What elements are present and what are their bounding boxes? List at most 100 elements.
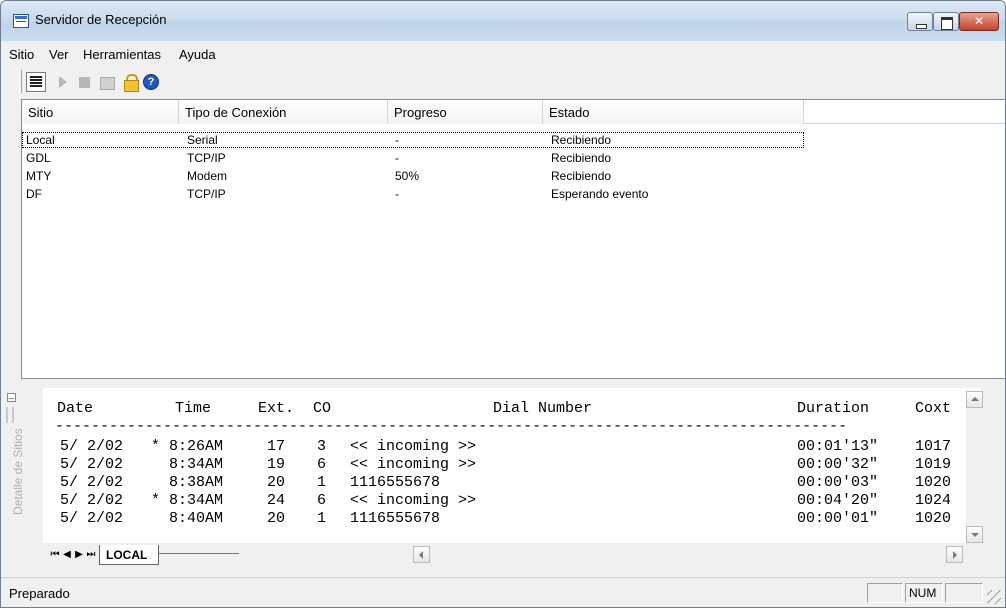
- stop-button[interactable]: [75, 72, 95, 92]
- row-ext: 24: [267, 492, 286, 509]
- cell-tipo: TCP/IP: [187, 151, 226, 165]
- lock-button[interactable]: [121, 72, 141, 92]
- row-ext: 20: [267, 474, 286, 491]
- row-co: 1: [317, 474, 327, 491]
- row-time: 8:34AM: [151, 456, 224, 473]
- pane-grip[interactable]: [6, 407, 14, 423]
- detail-separator: ----------------------------------------…: [55, 418, 848, 435]
- scroll-up-icon[interactable]: [966, 391, 983, 408]
- first-sheet-icon[interactable]: ⏮: [49, 548, 61, 562]
- call-detail-log[interactable]: Date Time Ext. CO Dial Number Duration C…: [43, 388, 981, 543]
- status-pane-caps: [867, 583, 903, 603]
- view-list-button[interactable]: [26, 72, 46, 92]
- row-dial: 1116555678: [350, 474, 441, 491]
- sheet-tab-bar: ⏮ ◀ ▶ ⏭ LOCAL: [43, 543, 983, 567]
- properties-button[interactable]: [97, 72, 117, 92]
- cell-progreso: -: [395, 133, 399, 147]
- cell-tipo: Serial: [187, 133, 218, 147]
- menu-ayuda[interactable]: Ayuda: [179, 47, 216, 62]
- list-row[interactable]: Local Serial - Recibiendo: [22, 132, 804, 148]
- maximize-button[interactable]: [933, 12, 959, 31]
- pane-splitter[interactable]: [1, 381, 1005, 385]
- row-date: 5/ 2/02: [60, 438, 124, 455]
- cell-progreso: -: [395, 187, 399, 201]
- detail-row: 5/ 2/02 8:38AM 20 1 1116555678 00:00'03"…: [55, 474, 951, 492]
- title-bar[interactable]: Servidor de Recepción ✕: [1, 1, 1005, 41]
- menu-herramientas[interactable]: Herramientas: [83, 47, 161, 62]
- row-date: 5/ 2/02: [60, 510, 124, 527]
- start-button[interactable]: [53, 72, 73, 92]
- pane-restore-icon[interactable]: [7, 393, 16, 402]
- row-ext: 17: [267, 438, 286, 455]
- menu-sitio[interactable]: Sitio: [9, 47, 34, 62]
- sheet-tab-local[interactable]: LOCAL: [99, 545, 159, 565]
- detail-header: Date Time Ext. CO Dial Number Duration C…: [55, 400, 951, 418]
- row-coxt: 1019: [915, 456, 952, 473]
- row-duration: 00:00'03": [797, 474, 879, 491]
- cell-progreso: -: [395, 151, 399, 165]
- row-co: 3: [317, 438, 327, 455]
- help-button[interactable]: ?: [141, 72, 161, 92]
- list-row[interactable]: DF TCP/IP - Esperando evento: [22, 186, 804, 202]
- scroll-left-icon[interactable]: [413, 546, 430, 563]
- cell-tipo: Modem: [187, 169, 228, 183]
- row-co: 1: [317, 510, 327, 527]
- row-date: 5/ 2/02: [60, 456, 124, 473]
- close-button[interactable]: ✕: [959, 12, 999, 31]
- close-icon: ✕: [973, 14, 985, 28]
- row-ext: 19: [267, 456, 286, 473]
- detail-horizontal-scrollbar[interactable]: [413, 546, 963, 563]
- row-time: 8:40AM: [151, 510, 224, 527]
- row-time: * 8:26AM: [151, 438, 224, 455]
- column-progreso[interactable]: Progreso: [388, 100, 543, 124]
- list-row[interactable]: MTY Modem 50% Recibiendo: [22, 168, 804, 184]
- column-tipo-conexion[interactable]: Tipo de Conexión: [179, 100, 388, 124]
- row-co: 6: [317, 492, 327, 509]
- header-coxt: Coxt: [915, 400, 952, 417]
- column-sitio[interactable]: Sitio: [22, 100, 179, 124]
- row-coxt: 1020: [915, 510, 952, 527]
- status-pane-scroll: [945, 583, 983, 603]
- column-estado[interactable]: Estado: [543, 100, 804, 124]
- status-pane-num: NUM: [905, 583, 943, 603]
- cell-estado: Recibiendo: [551, 133, 612, 147]
- row-time: 8:38AM: [151, 474, 224, 491]
- row-dial: << incoming >>: [350, 492, 477, 509]
- row-coxt: 1017: [915, 438, 952, 455]
- menu-bar: Sitio Ver Herramientas Ayuda: [1, 41, 1005, 67]
- row-ext: 20: [267, 510, 286, 527]
- sites-list[interactable]: Sitio Tipo de Conexión Progreso Estado L…: [21, 99, 1005, 379]
- detail-row: 5/ 2/02 8:40AM 20 1 1116555678 00:00'01"…: [55, 510, 951, 528]
- minimize-button[interactable]: [907, 12, 933, 31]
- row-time: * 8:34AM: [151, 492, 224, 509]
- row-duration: 00:00'32": [797, 456, 879, 473]
- resize-grip[interactable]: [987, 590, 1001, 604]
- window-title: Servidor de Recepción: [35, 12, 167, 27]
- scroll-right-icon[interactable]: [946, 546, 963, 563]
- row-date: 5/ 2/02: [60, 474, 124, 491]
- header-duration: Duration: [797, 400, 870, 417]
- cell-sitio: Local: [26, 133, 55, 147]
- detail-vertical-scrollbar[interactable]: [966, 391, 983, 543]
- cell-estado: Esperando evento: [551, 187, 649, 201]
- scroll-down-icon[interactable]: [966, 526, 983, 543]
- cell-estado: Recibiendo: [551, 151, 612, 165]
- list-row[interactable]: GDL TCP/IP - Recibiendo: [22, 150, 804, 166]
- last-sheet-icon[interactable]: ⏭: [85, 548, 97, 562]
- next-sheet-icon[interactable]: ▶: [73, 548, 85, 562]
- app-icon: [13, 14, 29, 28]
- list-header: Sitio Tipo de Conexión Progreso Estado: [22, 100, 1005, 124]
- menu-ver[interactable]: Ver: [49, 47, 69, 62]
- detail-row: 5/ 2/02 * 8:26AM 17 3 << incoming >> 00:…: [55, 438, 951, 456]
- row-co: 6: [317, 456, 327, 473]
- prev-sheet-icon[interactable]: ◀: [61, 548, 73, 562]
- toolbar-grip[interactable]: [19, 70, 22, 93]
- header-date: Date: [57, 400, 94, 417]
- help-icon: ?: [143, 74, 159, 90]
- detail-row: 5/ 2/02 8:34AM 19 6 << incoming >> 00:00…: [55, 456, 951, 474]
- row-duration: 00:04'20": [797, 492, 879, 509]
- cell-tipo: TCP/IP: [187, 187, 226, 201]
- cell-sitio: DF: [26, 187, 42, 201]
- row-date: 5/ 2/02: [60, 492, 124, 509]
- cell-sitio: GDL: [26, 151, 51, 165]
